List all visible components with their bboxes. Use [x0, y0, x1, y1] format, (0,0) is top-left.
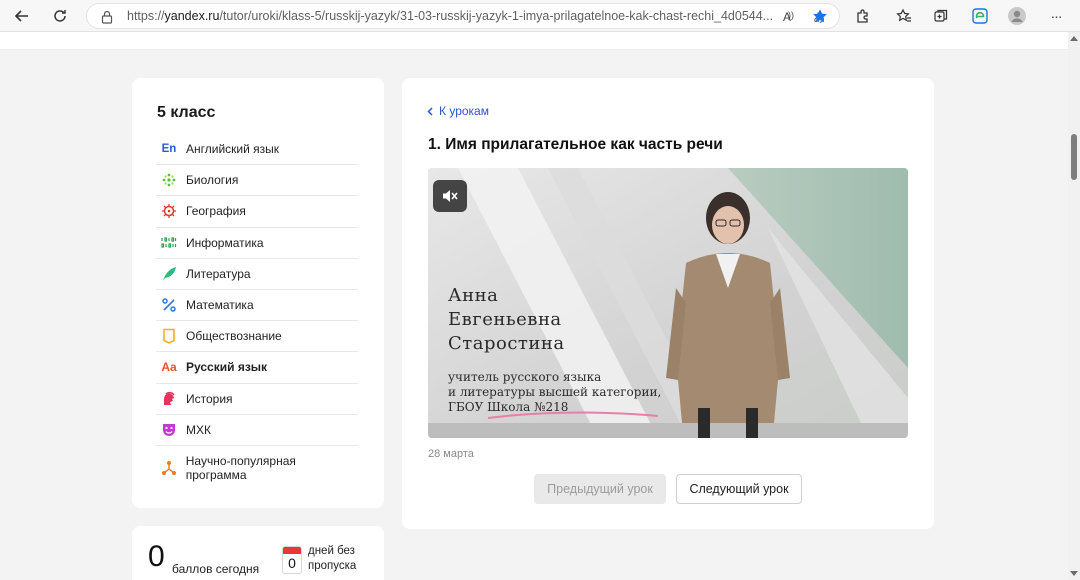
- browser-toolbar: https://yandex.ru/tutor/uroki/klass-5/ru…: [0, 0, 1080, 32]
- url-text: https://yandex.ru/tutor/uroki/klass-5/ru…: [127, 9, 774, 23]
- subject-label: МХК: [186, 422, 211, 437]
- subject-label: Литература: [186, 266, 251, 281]
- subject-label: Информатика: [186, 235, 264, 250]
- subject-item-geography[interactable]: География: [156, 196, 358, 228]
- favorite-star-icon[interactable]: [808, 4, 832, 28]
- page-header-strip: [0, 32, 1068, 50]
- calendar-icon: 0: [282, 546, 302, 574]
- more-menu-icon[interactable]: ···: [1044, 4, 1068, 28]
- scroll-thumb[interactable]: [1071, 134, 1077, 180]
- grade-title: 5 класс: [157, 104, 216, 121]
- muted-speaker-icon: [443, 190, 458, 202]
- subject-item-literature[interactable]: Литература: [156, 259, 358, 290]
- subject-item-biology[interactable]: Биология: [156, 165, 358, 197]
- biology-icon: [158, 171, 180, 189]
- subjects-card: 5 класс En Английский язык Биология Геог…: [132, 78, 384, 508]
- chevron-left-icon: [427, 106, 433, 116]
- subject-label: Научно-популярная программа: [185, 453, 296, 482]
- previous-lesson-button[interactable]: Предыдущий урок: [534, 474, 666, 504]
- video-caption: Анна Евгеньевна Старостина учитель русск…: [448, 285, 662, 414]
- subject-item-informatics[interactable]: Информатика: [156, 228, 358, 259]
- stats-card: 0 баллов сегодня 0 дней без пропуска: [132, 526, 384, 580]
- refresh-icon[interactable]: [48, 4, 72, 28]
- browser-essentials-icon[interactable]: [968, 4, 992, 28]
- back-arrow-icon[interactable]: [10, 4, 34, 28]
- subject-item-science[interactable]: Научно-популярная программа: [156, 446, 358, 490]
- streak-value: 0: [288, 555, 296, 571]
- lesson-card: К урокам 1. Имя прилагательное как часть…: [402, 78, 934, 529]
- literature-icon: [158, 265, 180, 283]
- next-lesson-button[interactable]: Следующий урок: [676, 474, 802, 504]
- subject-label: Русский язык: [186, 360, 268, 375]
- math-icon: [158, 296, 180, 314]
- subject-label: История: [186, 391, 233, 406]
- scroll-up-arrow-icon[interactable]: [1070, 36, 1078, 41]
- lesson-title: 1. Имя прилагательное как часть речи: [428, 136, 723, 153]
- subject-label: Биология: [186, 173, 239, 188]
- subject-item-art[interactable]: МХК: [156, 415, 358, 446]
- art-icon: [158, 421, 180, 439]
- video-player[interactable]: Анна Евгеньевна Старостина учитель русск…: [428, 168, 908, 438]
- subject-item-math[interactable]: Математика: [156, 290, 358, 322]
- points-value: 0: [148, 540, 165, 573]
- collections-icon[interactable]: [929, 4, 953, 28]
- history-icon: [158, 390, 180, 408]
- russian-icon: Aa: [161, 360, 177, 375]
- points-label: баллов сегодня: [172, 562, 260, 576]
- streak-label: дней без пропуска: [308, 545, 357, 572]
- subject-item-english[interactable]: En Английский язык: [156, 134, 358, 166]
- subject-item-history[interactable]: История: [156, 384, 358, 415]
- profile-avatar-icon[interactable]: [1005, 4, 1029, 28]
- subject-label: География: [186, 204, 246, 219]
- social-icon: [158, 327, 180, 345]
- back-to-lessons-link[interactable]: К урокам: [427, 104, 489, 118]
- subject-list: En Английский язык Биология География Ин…: [156, 134, 358, 490]
- lesson-date: 28 марта: [428, 448, 474, 460]
- lock-icon[interactable]: [97, 7, 117, 27]
- mute-button[interactable]: [433, 180, 467, 212]
- english-icon: En: [161, 143, 177, 156]
- subject-label: Математика: [186, 298, 254, 313]
- extensions-icon[interactable]: [851, 4, 875, 28]
- subject-item-russian[interactable]: Aa Русский язык: [156, 352, 358, 384]
- geography-icon: [158, 202, 180, 220]
- subject-item-social[interactable]: Обществознание: [156, 321, 358, 353]
- science-icon: [158, 459, 180, 477]
- informatics-icon: [158, 234, 180, 252]
- subject-label: Обществознание: [186, 329, 282, 344]
- subject-label: Английский язык: [186, 142, 280, 157]
- page-content: 5 класс En Английский язык Биология Геог…: [0, 32, 1068, 580]
- page-scrollbar[interactable]: [1068, 32, 1080, 580]
- scroll-down-arrow-icon[interactable]: [1070, 571, 1078, 576]
- read-aloud-waves-icon: )): [788, 10, 794, 20]
- favorites-icon[interactable]: [892, 4, 916, 28]
- address-bar[interactable]: https://yandex.ru/tutor/uroki/klass-5/ru…: [86, 3, 840, 29]
